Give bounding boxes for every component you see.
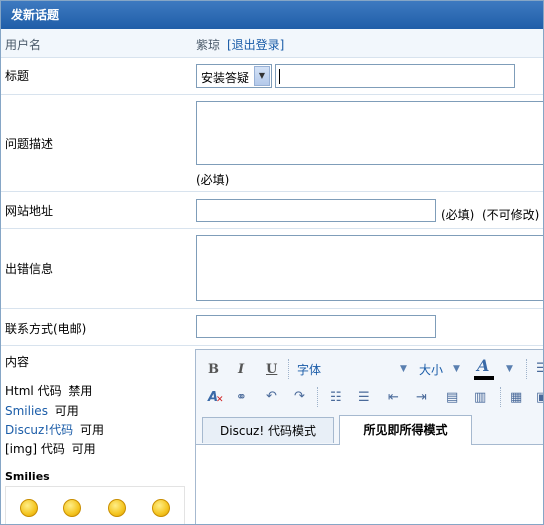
outdent-icon[interactable]: ⇤ (388, 390, 399, 405)
discuz-code-value: 可用 (79, 423, 104, 437)
subject-input[interactable] (275, 64, 515, 88)
description-required-note: (必填) (196, 173, 230, 187)
text-color-swatch (474, 376, 494, 380)
editor-tabs: Discuz! 代码模式 所见即所得模式 (196, 415, 543, 445)
smilies-heading: Smilies (5, 470, 50, 483)
website-input[interactable] (196, 199, 436, 222)
indent-icon[interactable]: ⇥ (416, 390, 427, 405)
unordered-list-icon[interactable]: ☰ (358, 390, 370, 405)
ordered-list-icon[interactable]: ☷ (330, 390, 342, 405)
website-required-note: (必填) (441, 208, 475, 222)
underline-button[interactable]: U (266, 362, 277, 377)
smilies-panel (5, 486, 185, 524)
contact-row: 联系方式(电邮) (1, 309, 543, 346)
smilies-link[interactable]: Smilies (5, 404, 48, 418)
content-label: 内容 (5, 355, 30, 369)
editor-body[interactable] (196, 445, 543, 524)
website-readonly-note: (不可修改) (482, 208, 540, 222)
discuz-code-link[interactable]: Discuz!代码 (5, 423, 73, 437)
tab-code-mode[interactable]: Discuz! 代码模式 (202, 417, 334, 443)
smilies-status: Smilies 可用 (5, 402, 79, 419)
website-row: 网站地址 (必填) (不可修改) (1, 192, 543, 229)
img-code-status: [img] 代码 可用 (5, 440, 96, 457)
italic-button[interactable]: I (238, 362, 244, 377)
redo-icon[interactable]: ↷ (294, 389, 305, 404)
align-left-icon[interactable]: ▤ (446, 390, 458, 405)
bold-button[interactable]: B (208, 362, 219, 377)
contact-label: 联系方式(电邮) (5, 322, 87, 336)
description-row: 问题描述 (必填) (1, 95, 543, 192)
category-select[interactable]: 安装答疑 ▼ (196, 64, 272, 88)
align-icon[interactable]: ☰ (536, 361, 543, 376)
smiley-sad-icon[interactable] (63, 499, 81, 517)
post-form-window: 发新话题 用户名 紫琼 [退出登录] 标题 安装答疑 ▼ 问题描述 (必填) 网… (0, 0, 544, 525)
size-select[interactable]: 大小 (419, 361, 443, 378)
smiley-cry-icon[interactable] (152, 499, 170, 517)
html-code-value: 禁用 (68, 384, 93, 398)
text-color-icon[interactable]: A (477, 356, 489, 375)
description-textarea[interactable] (196, 101, 543, 165)
category-selected: 安装答疑 (201, 71, 250, 85)
page-title: 发新话题 (1, 1, 543, 29)
undo-icon[interactable]: ↶ (266, 389, 277, 404)
content-section: 内容 Html 代码 禁用 Smilies 可用 Discuz!代码 可用 [i… (1, 346, 543, 524)
tab-wysiwyg-mode[interactable]: 所见即所得模式 (339, 415, 472, 445)
color-dropdown-icon[interactable]: ▼ (506, 364, 513, 374)
text-cursor (279, 69, 280, 84)
smiley-smile-icon[interactable] (20, 499, 38, 517)
remove-format-x-icon: ✕ (216, 395, 224, 405)
username-label: 用户名 (5, 38, 42, 52)
font-dropdown-icon[interactable]: ▼ (400, 364, 407, 374)
toolbar-separator (500, 387, 502, 407)
subject-label: 标题 (5, 69, 30, 83)
html-code-label: Html 代码 (5, 384, 62, 398)
website-label: 网站地址 (5, 204, 54, 218)
username-value: 紫琼 (196, 38, 221, 52)
font-select[interactable]: 字体 (297, 361, 321, 378)
tab-wysiwyg-mode-label: 所见即所得模式 (363, 423, 448, 437)
toolbar-separator (526, 359, 528, 379)
align-center-icon[interactable]: ▥ (474, 390, 486, 405)
description-label: 问题描述 (5, 137, 54, 151)
link-icon[interactable]: ⚭ (236, 390, 247, 405)
contact-input[interactable] (196, 315, 436, 338)
smiley-biggrin-icon[interactable] (108, 499, 126, 517)
discuz-code-status: Discuz!代码 可用 (5, 421, 104, 438)
size-dropdown-icon[interactable]: ▼ (453, 364, 460, 374)
chevron-down-icon[interactable]: ▼ (254, 66, 270, 86)
table-icon[interactable]: ▦ (510, 390, 522, 405)
toolbar-separator (317, 387, 319, 407)
subject-row: 标题 安装答疑 ▼ (1, 58, 543, 95)
error-info-row: 出错信息 (1, 229, 543, 309)
error-info-textarea[interactable] (196, 235, 543, 301)
logout-link[interactable]: [退出登录] (227, 36, 284, 53)
tab-code-mode-label: Discuz! 代码模式 (220, 424, 316, 438)
img-code-label: [img] 代码 (5, 442, 65, 456)
editor: B I U 字体 ▼ 大小 ▼ A ▼ ☰ A ✕ ⚭ ↶ ↷ ☷ ☰ ⇤ ⇥ … (195, 349, 543, 524)
toolbar-separator (288, 359, 290, 379)
username-row: 用户名 紫琼 [退出登录] (1, 29, 543, 58)
error-info-label: 出错信息 (5, 262, 54, 276)
img-code-value: 可用 (71, 442, 96, 456)
html-code-status: Html 代码 禁用 (5, 382, 92, 399)
smilies-value: 可用 (54, 404, 79, 418)
more-icon[interactable]: ▣ (536, 390, 543, 405)
